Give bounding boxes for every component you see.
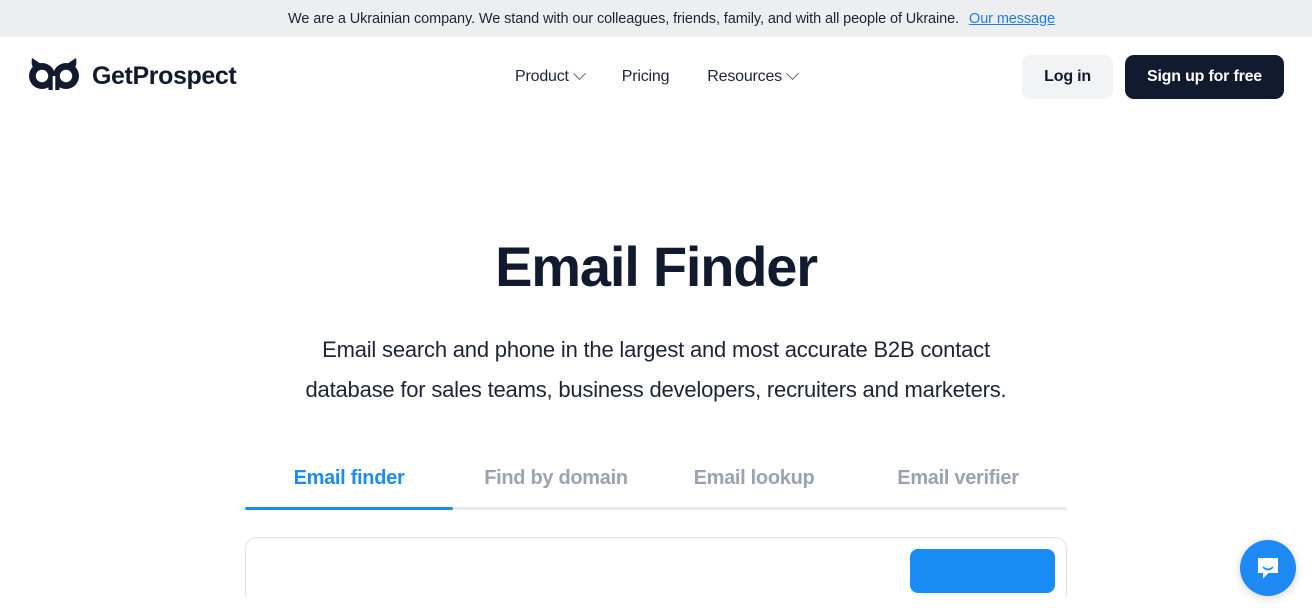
nav-item-product[interactable]: Product: [515, 67, 586, 86]
tool-tabs: Email finder Find by domain Email lookup…: [245, 467, 1067, 510]
search-submit-button[interactable]: [910, 549, 1055, 593]
active-tab-indicator: [245, 507, 453, 510]
auth-actions: Log in Sign up for free: [1022, 54, 1284, 99]
hero-section: Email Finder Email search and phone in t…: [0, 116, 1312, 410]
tab-email-finder[interactable]: Email finder: [245, 467, 453, 510]
our-message-link[interactable]: Our message: [969, 11, 1055, 27]
banner-text: We are a Ukrainian company. We stand wit…: [288, 10, 960, 27]
nav-item-label: Pricing: [621, 67, 670, 85]
getprospect-owl-logo-icon: [28, 57, 80, 96]
search-card: [245, 537, 1067, 597]
brand-name: GetProspect: [92, 62, 237, 90]
nav-item-label: Resources: [707, 67, 782, 85]
tab-find-by-domain[interactable]: Find by domain: [453, 467, 659, 510]
ukraine-flag-icon: [257, 11, 278, 26]
tab-list: Email finder Find by domain Email lookup…: [245, 467, 1067, 510]
sign-up-button[interactable]: Sign up for free: [1124, 54, 1284, 99]
hero-subtitle: Email search and phone in the largest an…: [305, 337, 1007, 402]
tab-email-verifier[interactable]: Email verifier: [849, 467, 1067, 510]
page-title: Email Finder: [495, 235, 818, 298]
brand-logo[interactable]: GetProspect: [28, 57, 237, 96]
nav-item-pricing[interactable]: Pricing: [622, 68, 670, 86]
nav-item-label: Product: [515, 67, 569, 85]
chevron-down-icon: [572, 67, 586, 81]
site-header: GetProspect Product Pricing Resources Lo…: [0, 37, 1312, 116]
announcement-banner: We are a Ukrainian company. We stand wit…: [0, 0, 1312, 37]
nav-item-resources[interactable]: Resources: [707, 67, 799, 86]
chat-bubble-icon: [1258, 558, 1278, 579]
log-in-button[interactable]: Log in: [1022, 54, 1113, 99]
tab-email-lookup[interactable]: Email lookup: [659, 467, 849, 510]
chevron-down-icon: [786, 67, 799, 81]
chat-launcher-button[interactable]: [1240, 540, 1296, 596]
